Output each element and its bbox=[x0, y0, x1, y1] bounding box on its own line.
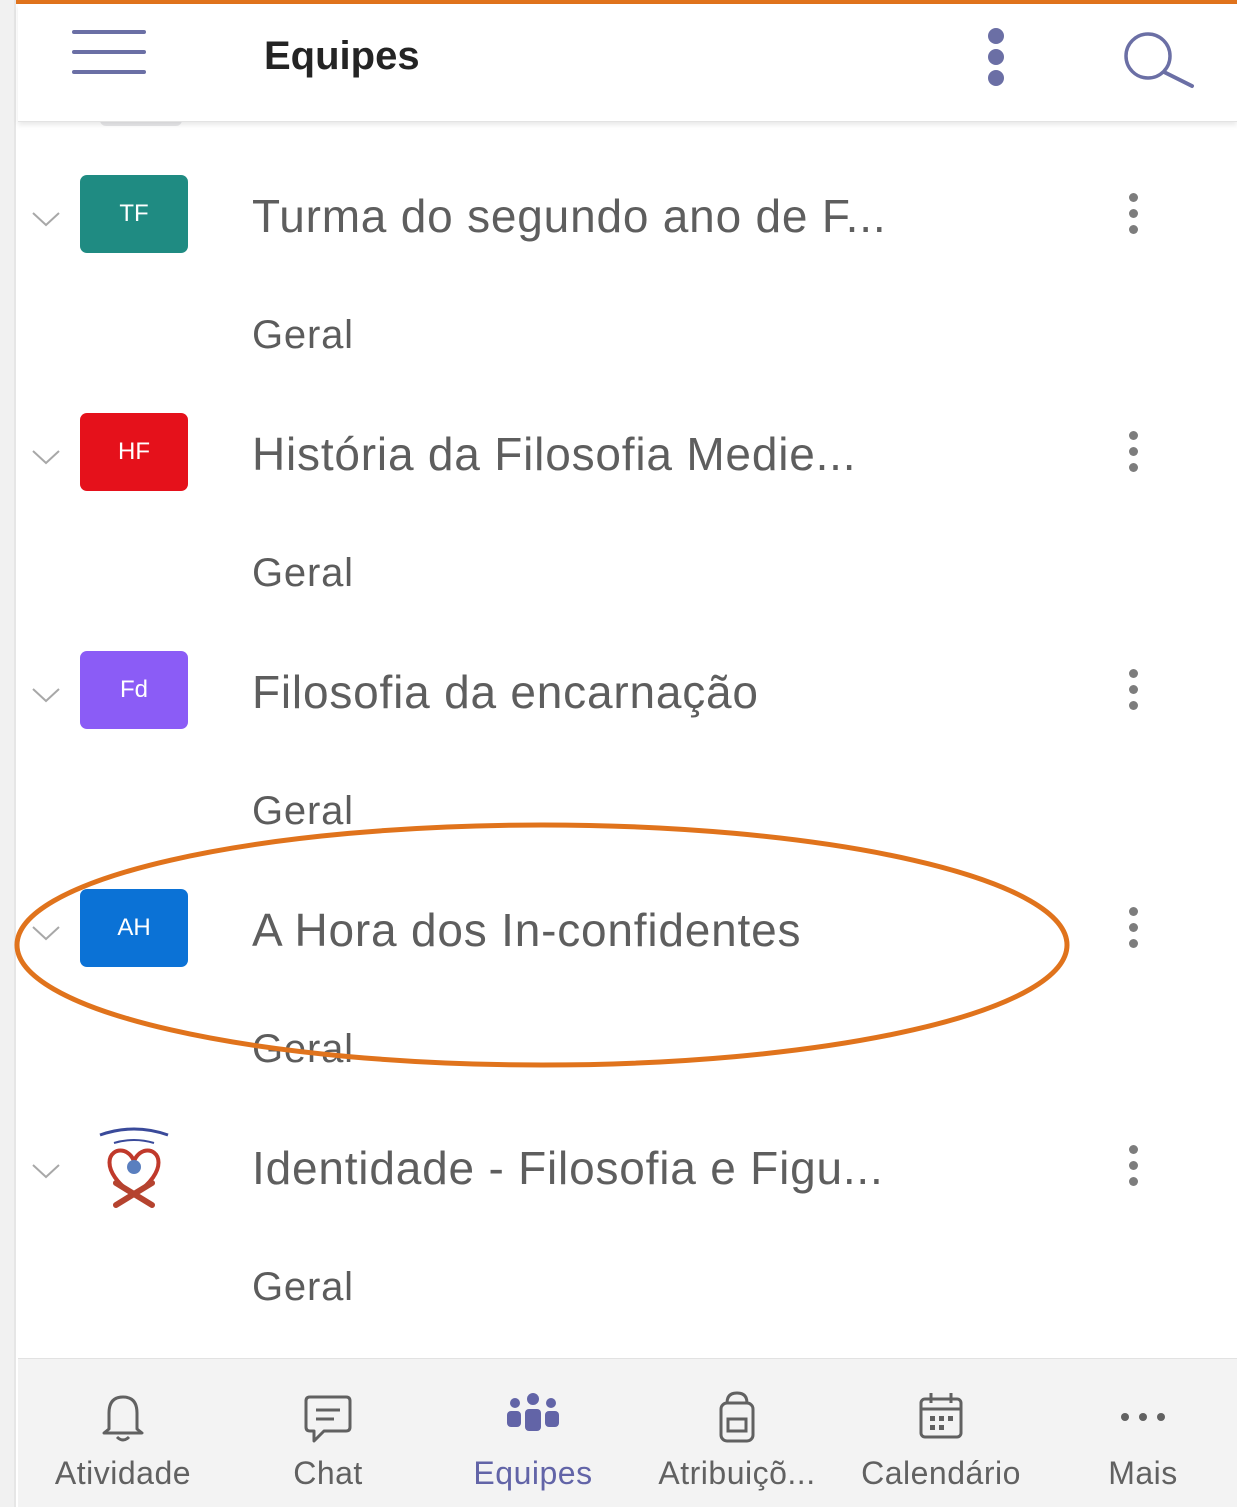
nav-tab-equipes[interactable]: Equipes bbox=[428, 1359, 638, 1507]
team-avatar: TF bbox=[80, 175, 188, 253]
team-avatar: AH bbox=[80, 889, 188, 967]
nav-tab-calendario[interactable]: Calendário bbox=[836, 1359, 1046, 1507]
chat-icon bbox=[304, 1395, 352, 1443]
left-frame-edge bbox=[0, 0, 16, 1507]
assignments-icon bbox=[719, 1391, 755, 1443]
page-title: Equipes bbox=[264, 34, 420, 78]
nav-label: Atribuiçõ... bbox=[658, 1455, 816, 1491]
calendar-icon bbox=[919, 1393, 963, 1439]
chevron-down-icon[interactable] bbox=[30, 441, 62, 471]
chevron-down-icon[interactable] bbox=[30, 917, 62, 947]
teams-icon bbox=[507, 1393, 559, 1431]
team-more-icon[interactable] bbox=[1124, 907, 1144, 951]
hamburger-icon[interactable] bbox=[70, 26, 150, 82]
team-more-icon[interactable] bbox=[1124, 431, 1144, 475]
team-name[interactable]: A Hora dos In-confidentes bbox=[252, 903, 801, 957]
team-name[interactable]: Filosofia da encarnação bbox=[252, 665, 759, 719]
channel-item[interactable]: Geral bbox=[252, 789, 354, 834]
team-row[interactable]: AH A Hora dos In-confidentes bbox=[18, 889, 1218, 989]
team-avatar: Fd bbox=[80, 651, 188, 729]
nav-label: Atividade bbox=[54, 1455, 192, 1491]
nav-tab-chat[interactable]: Chat bbox=[223, 1359, 433, 1507]
team-row[interactable]: HF História da Filosofia Medie... bbox=[18, 413, 1218, 513]
nav-label: Equipes bbox=[473, 1455, 593, 1491]
nav-tab-atividade[interactable]: Atividade bbox=[18, 1359, 228, 1507]
nav-tab-atribuicoes[interactable]: Atribuiçõ... bbox=[632, 1359, 842, 1507]
team-row[interactable]: Fd Filosofia da encarnação bbox=[18, 651, 1218, 751]
community-heart-logo bbox=[99, 1127, 169, 1208]
team-row[interactable]: TF Turma do segundo ano de F... bbox=[18, 175, 1218, 275]
nav-label: Mais bbox=[1108, 1455, 1178, 1491]
nav-tab-mais[interactable]: Mais bbox=[1038, 1359, 1237, 1507]
app-header: Equipes bbox=[18, 4, 1237, 122]
search-icon[interactable] bbox=[1116, 28, 1198, 90]
more-horizontal-icon bbox=[1121, 1413, 1165, 1421]
nav-label: Calendário bbox=[861, 1455, 1021, 1491]
team-name[interactable]: História da Filosofia Medie... bbox=[252, 427, 856, 481]
chevron-down-icon[interactable] bbox=[30, 679, 62, 709]
more-vertical-icon[interactable] bbox=[980, 26, 1014, 90]
team-name[interactable]: Identidade - Filosofia e Figu... bbox=[252, 1141, 884, 1195]
team-more-icon[interactable] bbox=[1124, 193, 1144, 237]
chevron-down-icon[interactable] bbox=[30, 203, 62, 233]
channel-item[interactable]: Geral bbox=[252, 313, 354, 358]
team-name[interactable]: Turma do segundo ano de F... bbox=[252, 189, 886, 243]
bell-icon bbox=[102, 1395, 144, 1442]
bottom-nav: Atividade Chat Equipes Atribuiçõ... Cale… bbox=[18, 1358, 1237, 1507]
team-more-icon[interactable] bbox=[1124, 669, 1144, 713]
channel-item[interactable]: Geral bbox=[252, 1027, 354, 1072]
team-row[interactable]: Identidade - Filosofia e Figu... bbox=[18, 1127, 1218, 1227]
channel-item[interactable]: Geral bbox=[252, 1265, 354, 1310]
nav-label: Chat bbox=[293, 1455, 363, 1491]
channel-item[interactable]: Geral bbox=[252, 551, 354, 596]
team-avatar: HF bbox=[80, 413, 188, 491]
chevron-down-icon[interactable] bbox=[30, 1155, 62, 1185]
team-more-icon[interactable] bbox=[1124, 1145, 1144, 1189]
